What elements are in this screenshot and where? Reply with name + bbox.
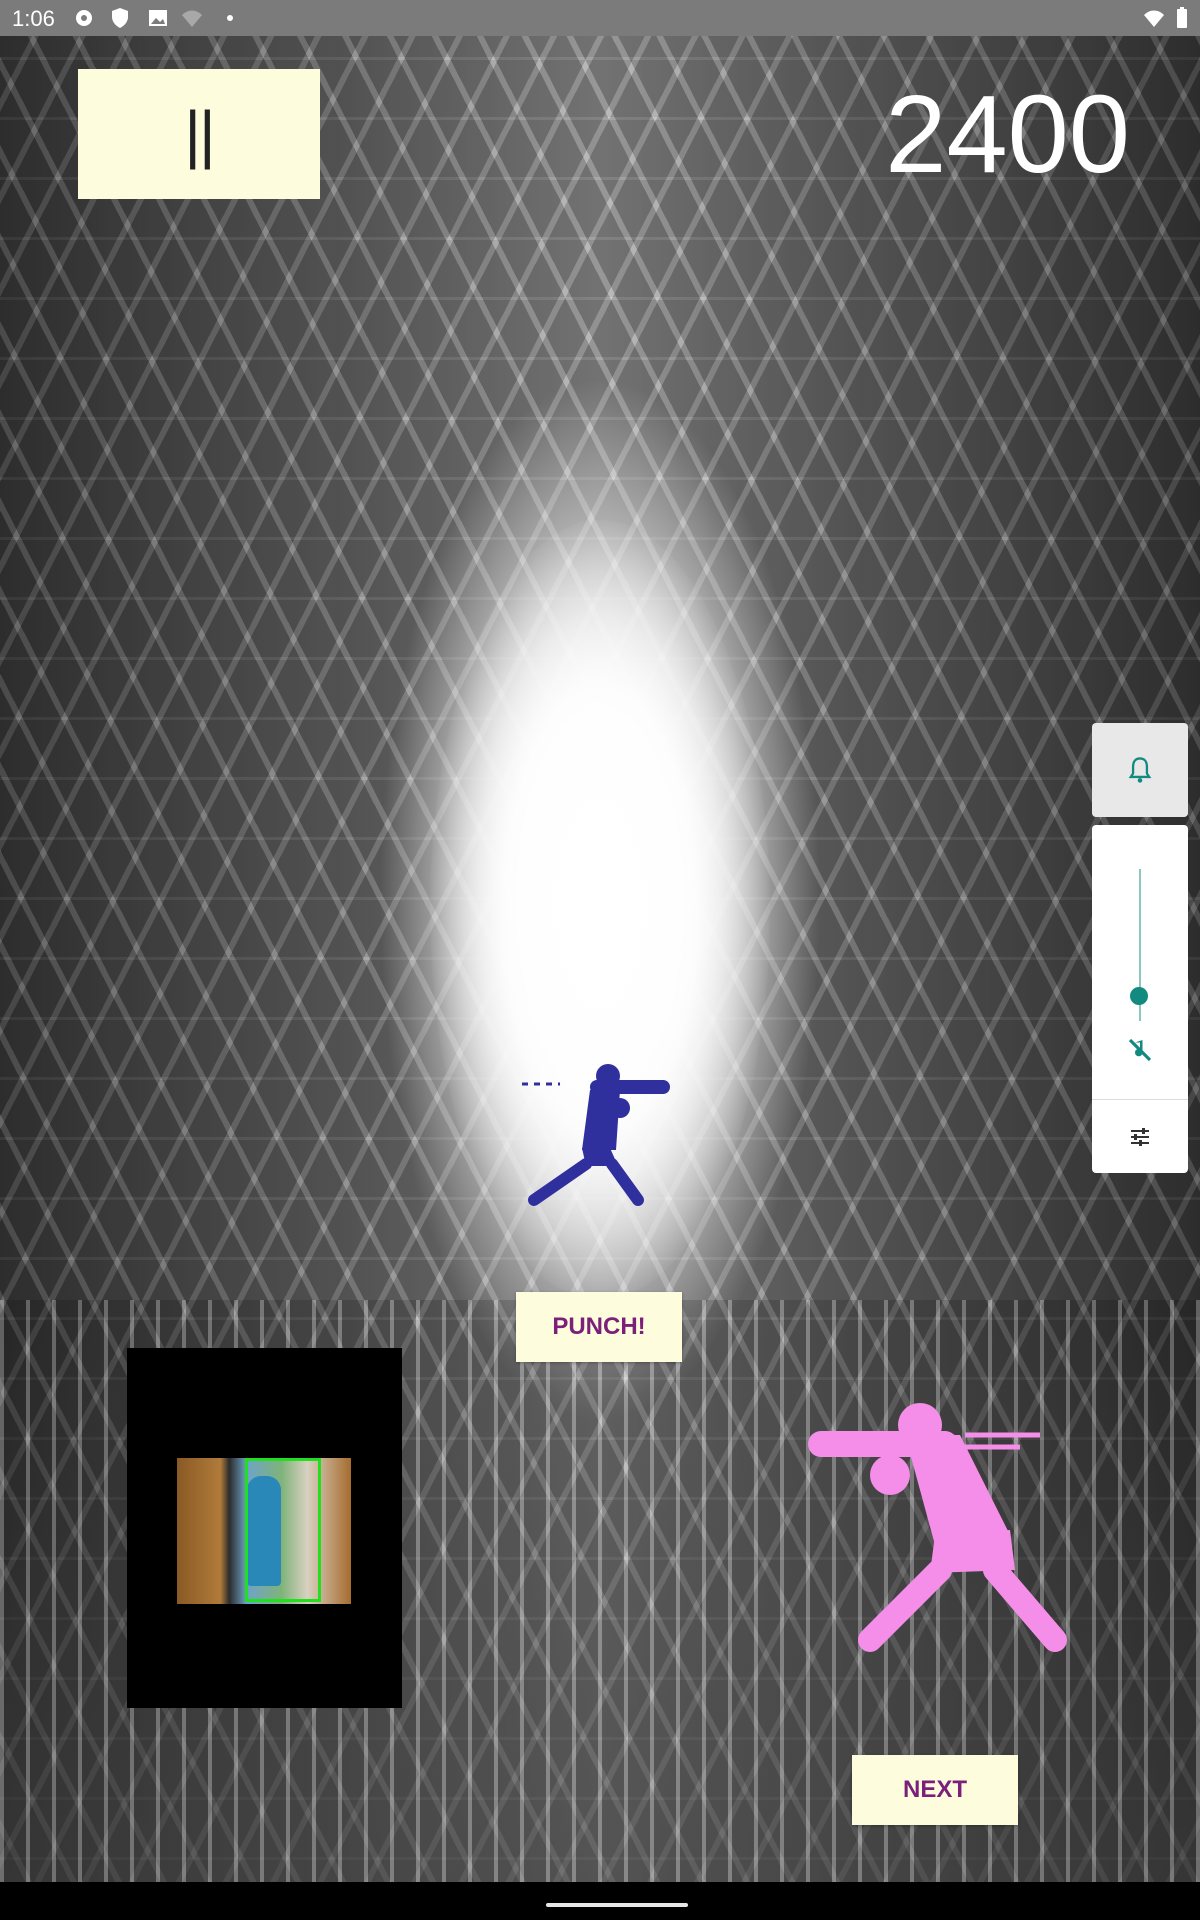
home-gesture-handle[interactable]	[546, 1903, 688, 1907]
score-display: 2400	[885, 73, 1130, 196]
detection-box	[245, 1458, 321, 1602]
volume-panel	[1092, 825, 1188, 1173]
gear-icon	[76, 10, 92, 26]
punch-button[interactable]: PUNCH!	[516, 1292, 682, 1362]
target-boxer-figure	[522, 1064, 670, 1206]
battery-icon	[1177, 7, 1187, 28]
image-icon	[149, 10, 167, 26]
shield-icon	[112, 8, 128, 28]
music-off-icon[interactable]	[1125, 1035, 1155, 1065]
equalizer-icon[interactable]	[1128, 1125, 1152, 1149]
pause-button[interactable]: ||	[78, 69, 320, 199]
wifi-icon	[1144, 10, 1164, 27]
ringer-toggle[interactable]	[1092, 723, 1188, 817]
panel-divider	[1092, 1099, 1188, 1100]
next-button[interactable]: NEXT	[852, 1755, 1018, 1825]
navigation-bar	[0, 1882, 1200, 1920]
bell-icon	[1128, 757, 1152, 783]
status-bar: 1:06	[0, 0, 1200, 36]
volume-slider-thumb[interactable]	[1130, 987, 1148, 1005]
dot-icon	[227, 15, 233, 21]
pause-icon: ||	[184, 98, 215, 170]
player-boxer-figure	[808, 1403, 1067, 1652]
camera-preview	[127, 1348, 402, 1708]
camera-frame	[177, 1458, 351, 1604]
status-time: 1:06	[12, 6, 55, 31]
wifi-question-icon	[182, 10, 202, 27]
